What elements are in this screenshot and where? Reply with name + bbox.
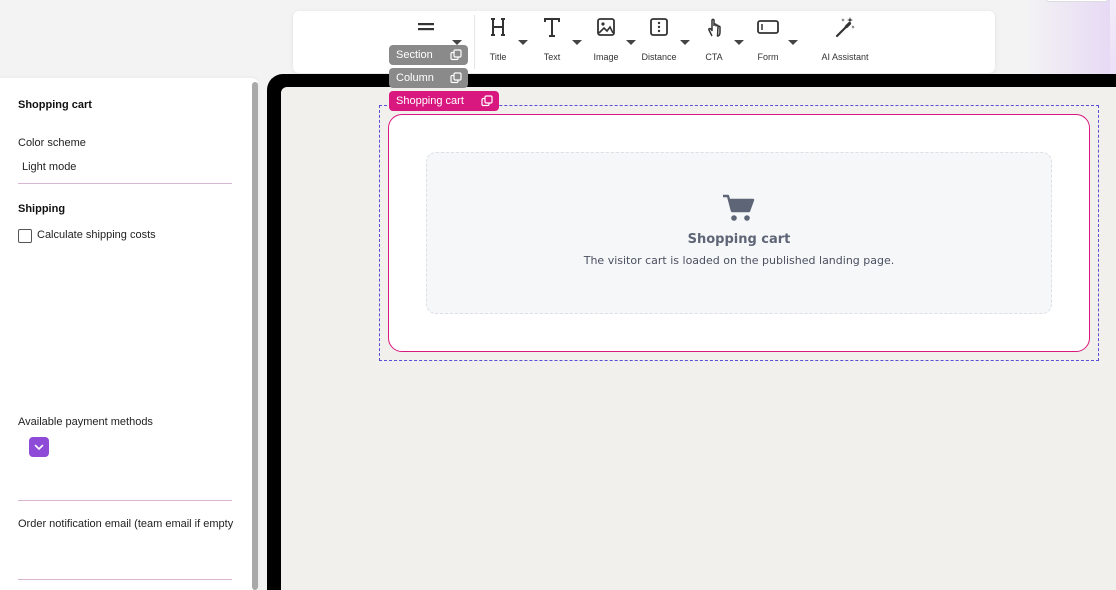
distance-icon <box>649 11 669 45</box>
notification-email-label: Order notification email (team email if … <box>18 518 234 530</box>
pointer-hand-icon <box>704 11 724 45</box>
toolbar-title-label: Title <box>489 52 507 62</box>
toolbar-cta-button[interactable]: CTA <box>701 11 727 73</box>
text-caret-icon[interactable] <box>572 40 582 45</box>
toolbar-text-button[interactable]: Text <box>539 11 565 73</box>
form-field-icon <box>756 11 780 45</box>
toolbar-form-button[interactable]: Form <box>754 11 782 73</box>
cart-subtitle: The visitor cart is loaded on the publis… <box>583 254 895 267</box>
panel-scrollbar[interactable] <box>252 82 258 590</box>
shopping-cart-breadcrumb-pill[interactable]: Shopping cart <box>389 91 499 111</box>
calculate-shipping-checkbox[interactable] <box>18 229 32 243</box>
image-icon <box>596 11 616 45</box>
section-pill-label: Section <box>396 49 433 61</box>
toolbar-image-button[interactable]: Image <box>592 11 620 73</box>
shopping-cart-placeholder: Shopping cart The visitor cart is loaded… <box>426 152 1052 314</box>
toolbar-distance-label: Distance <box>641 52 677 62</box>
color-scheme-label: Color scheme <box>18 137 86 149</box>
cart-title: Shopping cart <box>687 232 791 247</box>
top-right-control[interactable] <box>1046 0 1108 2</box>
form-caret-icon[interactable] <box>788 40 798 45</box>
payment-methods-dropdown[interactable] <box>29 437 49 457</box>
text-icon <box>542 11 562 45</box>
toolbar-divider <box>474 15 475 69</box>
magic-wand-icon <box>834 11 856 45</box>
image-caret-icon[interactable] <box>626 40 636 45</box>
payment-methods-underline <box>18 500 232 501</box>
toolbar-title-button[interactable]: Title <box>485 11 511 73</box>
settings-panel <box>0 78 258 590</box>
notification-email-input[interactable] <box>18 579 232 580</box>
toolbar-cta-label: CTA <box>705 52 723 62</box>
color-scheme-underline <box>18 183 232 184</box>
payment-methods-label: Available payment methods <box>18 416 153 428</box>
duplicate-icon[interactable] <box>481 95 493 107</box>
color-scheme-select[interactable]: Light mode <box>22 161 76 173</box>
column-pill-label: Column <box>396 72 434 84</box>
distance-caret-icon[interactable] <box>680 40 690 45</box>
shipping-title: Shipping <box>18 203 66 215</box>
element-pill-label: Shopping cart <box>396 95 464 107</box>
section-breadcrumb-pill[interactable]: Section <box>389 45 468 65</box>
toolbar-form-label: Form <box>757 52 779 62</box>
toolbar-ai-assistant-button[interactable]: AI Assistant <box>815 11 875 73</box>
shopping-cart-icon <box>722 193 756 228</box>
duplicate-icon[interactable] <box>450 72 462 84</box>
toolbar-distance-button[interactable]: Distance <box>640 11 678 73</box>
toolbar-ai-assistant-label: AI Assistant <box>821 52 869 62</box>
toolbar-text-label: Text <box>543 52 561 62</box>
section-handle-icon <box>417 11 435 45</box>
panel-title: Shopping cart <box>18 99 92 111</box>
cta-caret-icon[interactable] <box>734 40 744 45</box>
column-breadcrumb-pill[interactable]: Column <box>389 68 468 88</box>
calculate-shipping-label: Calculate shipping costs <box>37 229 156 241</box>
heading-icon <box>488 11 508 45</box>
toolbar-image-label: Image <box>593 52 619 62</box>
title-caret-icon[interactable] <box>518 40 528 45</box>
chevron-down-icon <box>34 444 44 451</box>
duplicate-icon[interactable] <box>450 49 462 61</box>
